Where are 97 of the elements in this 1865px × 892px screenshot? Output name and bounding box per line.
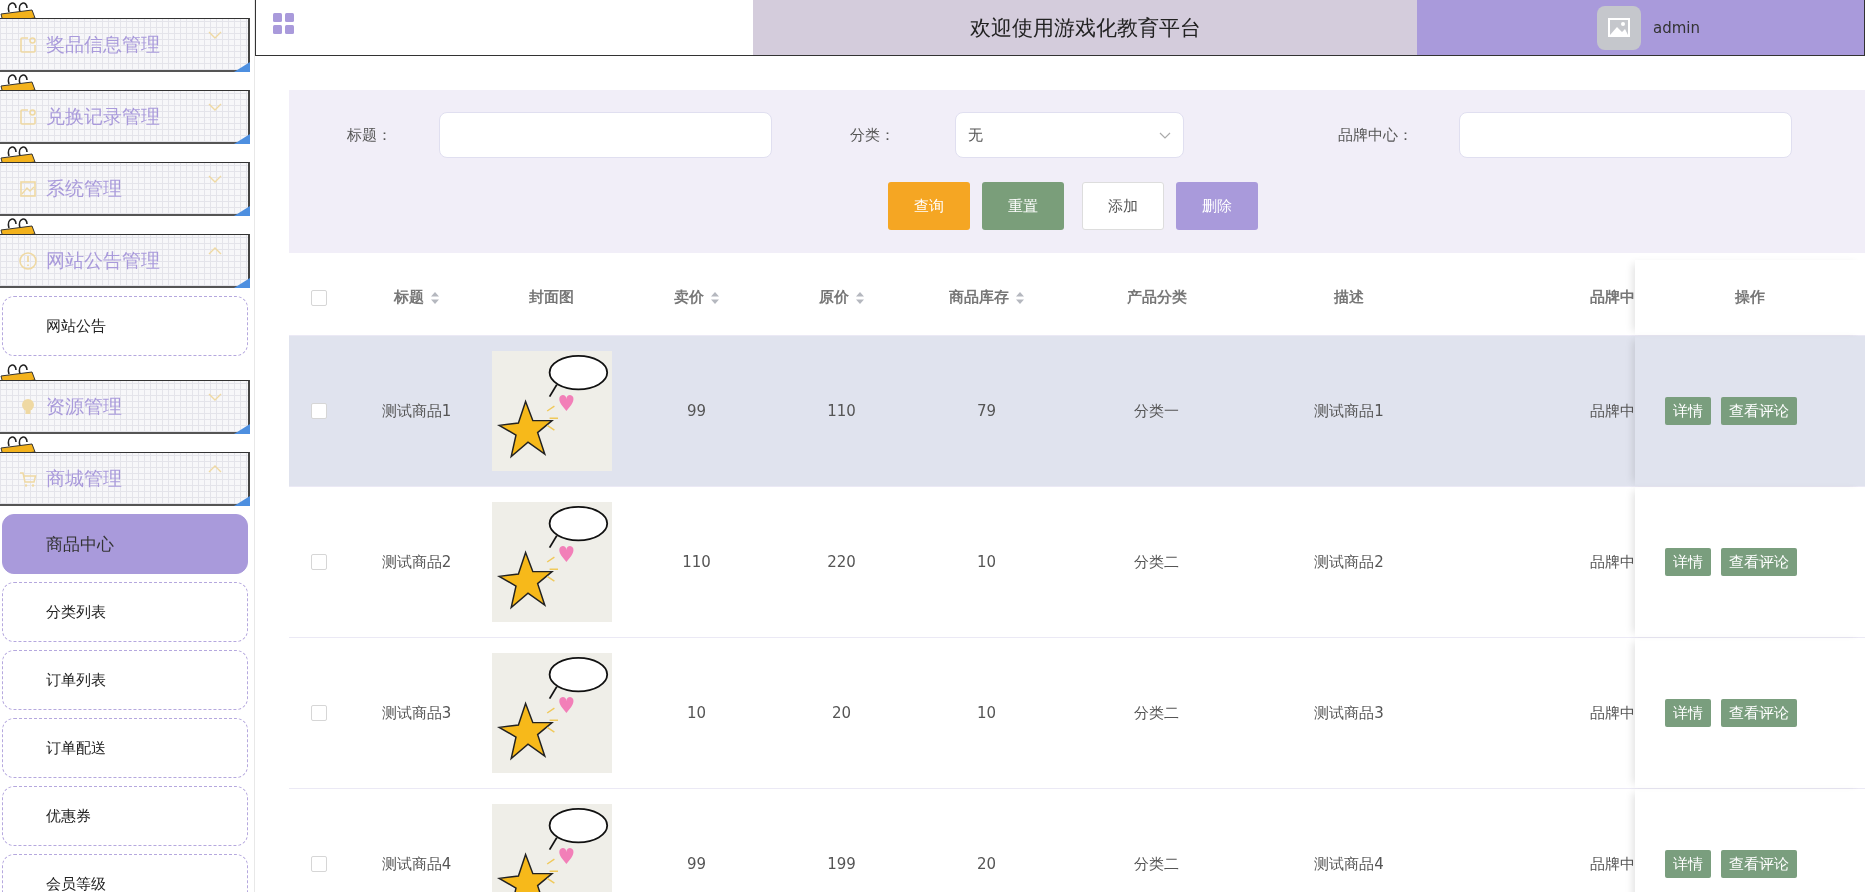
select-field[interactable]: 无 [955, 112, 1184, 158]
table-cell: 220 [827, 553, 856, 571]
select-all-checkbox[interactable] [311, 289, 327, 306]
table-cell: 测试商品3 [1314, 703, 1384, 723]
table-cell: 10 [976, 553, 997, 571]
row-checkbox[interactable] [311, 403, 327, 419]
table-cell: 99 [686, 402, 707, 420]
menu-item[interactable]: 订单配送 [2, 718, 248, 778]
input-field[interactable] [1459, 112, 1792, 158]
table-cell: 测试商品1 [1314, 401, 1384, 421]
table-cell: 分类一 [1134, 401, 1179, 421]
action-button[interactable]: 查看评论 [1721, 699, 1797, 727]
menu-item[interactable]: 订单列表 [2, 650, 248, 710]
table-row[interactable]: 测试商品1 99 110 79 分类一 测试商品1 品牌中 详情 查看评论 [289, 336, 1865, 487]
column-header[interactable]: 原价 [818, 288, 865, 307]
menu-group[interactable]: 兑换记录管理 [0, 90, 250, 144]
row-checkbox[interactable] [311, 705, 327, 721]
chevron-down-icon [208, 175, 222, 183]
menu-item[interactable]: 会员等级 [2, 854, 248, 892]
chevron-down-icon [208, 393, 222, 401]
filter-button[interactable]: 重置 [982, 182, 1064, 230]
table-cell: 20 [976, 855, 997, 873]
chevron-down-icon [208, 31, 222, 39]
column-header[interactable]: 卖价 [673, 288, 720, 307]
sort-icon[interactable] [709, 290, 720, 305]
action-button[interactable]: 详情 [1665, 548, 1711, 576]
action-button[interactable]: 查看评论 [1721, 850, 1797, 878]
table-cell: 10 [686, 704, 707, 722]
table-cell: 品牌中 [1590, 854, 1635, 874]
table-cell: 品牌中 [1590, 401, 1635, 421]
action-button[interactable]: 详情 [1665, 397, 1711, 425]
grid-menu-icon[interactable] [273, 12, 295, 35]
action-button[interactable]: 查看评论 [1721, 397, 1797, 425]
table-cell: 99 [686, 855, 707, 873]
table-cell: 79 [976, 402, 997, 420]
menu-item[interactable]: 分类列表 [2, 582, 248, 642]
menu-group[interactable]: 资源管理 [0, 380, 250, 434]
column-header[interactable]: 描述 [1334, 288, 1364, 307]
table-cell: 110 [827, 402, 856, 420]
table-row[interactable]: 测试商品2 110 220 10 分类二 测试商品2 品牌中 详情 查看评论 [289, 487, 1865, 638]
column-header[interactable]: 标题 [393, 288, 440, 307]
table-cell: 110 [682, 553, 711, 571]
table-cell: 199 [827, 855, 856, 873]
column-header[interactable]: 产品分类 [1126, 288, 1187, 307]
column-header[interactable]: 操作 [1735, 288, 1765, 307]
table-cell: 测试商品1 [381, 401, 452, 421]
row-checkbox[interactable] [311, 856, 327, 872]
table-cell: 20 [831, 704, 852, 722]
action-button[interactable]: 详情 [1665, 699, 1711, 727]
sort-icon[interactable] [854, 290, 865, 305]
corner-fold-icon [234, 278, 250, 288]
action-button[interactable]: 详情 [1665, 850, 1711, 878]
menu-item[interactable]: 网站公告 [2, 296, 248, 356]
table-cell: 品牌中 [1590, 552, 1635, 572]
corner-fold-icon [234, 496, 250, 506]
corner-fold-icon [234, 206, 250, 216]
table-cell: 10 [976, 704, 997, 722]
user-name[interactable]: admin [1653, 18, 1700, 37]
table-row[interactable]: 测试商品4 99 199 20 分类二 测试商品4 品牌中 详情 查看评论 [289, 789, 1865, 892]
table-cell: 品牌中 [1590, 703, 1635, 723]
column-header[interactable]: 封面图 [529, 288, 574, 307]
menu-group[interactable]: 系统管理 [0, 162, 250, 216]
table-cell: 分类二 [1134, 552, 1179, 572]
menu-item[interactable]: 商品中心 [2, 514, 248, 574]
corner-fold-icon [234, 134, 250, 144]
input-field[interactable] [439, 112, 772, 158]
table-cell: 分类二 [1134, 854, 1179, 874]
site-title: 欢迎使用游戏化教育平台 [969, 14, 1201, 42]
avatar-image-icon[interactable] [1597, 5, 1641, 50]
menu-group[interactable]: 网站公告管理 [0, 234, 250, 288]
field-label: 品牌中心： [1338, 125, 1414, 145]
corner-fold-icon [234, 62, 250, 72]
field-label: 标题： [347, 125, 393, 145]
table-cell: 分类二 [1134, 703, 1179, 723]
chevron-up-icon [208, 247, 222, 255]
sort-icon[interactable] [1014, 290, 1025, 305]
corner-fold-icon [234, 424, 250, 434]
menu-group[interactable]: 奖品信息管理 [0, 18, 250, 72]
table-cell: 测试商品4 [1314, 854, 1384, 874]
table-cell: 测试商品2 [381, 552, 452, 572]
action-button[interactable]: 查看评论 [1721, 548, 1797, 576]
table-cell: 测试商品4 [381, 854, 452, 874]
chevron-up-icon [208, 465, 222, 473]
column-header[interactable]: 商品库存 [948, 288, 1025, 307]
filter-button[interactable]: 添加 [1082, 182, 1164, 230]
table-row[interactable]: 测试商品3 10 20 10 分类二 测试商品3 品牌中 详情 查看评论 [289, 638, 1865, 789]
row-checkbox[interactable] [311, 554, 327, 570]
table-cell: 测试商品3 [381, 703, 452, 723]
column-header[interactable]: 品牌中 [1590, 288, 1635, 307]
menu-item[interactable]: 优惠券 [2, 786, 248, 846]
table-cell: 测试商品2 [1314, 552, 1384, 572]
chevron-down-icon [1159, 131, 1171, 139]
sort-icon[interactable] [429, 290, 440, 305]
chevron-down-icon [208, 103, 222, 111]
menu-group[interactable]: 商城管理 [0, 452, 250, 506]
field-label: 分类： [850, 125, 896, 145]
filter-button[interactable]: 删除 [1176, 182, 1258, 230]
